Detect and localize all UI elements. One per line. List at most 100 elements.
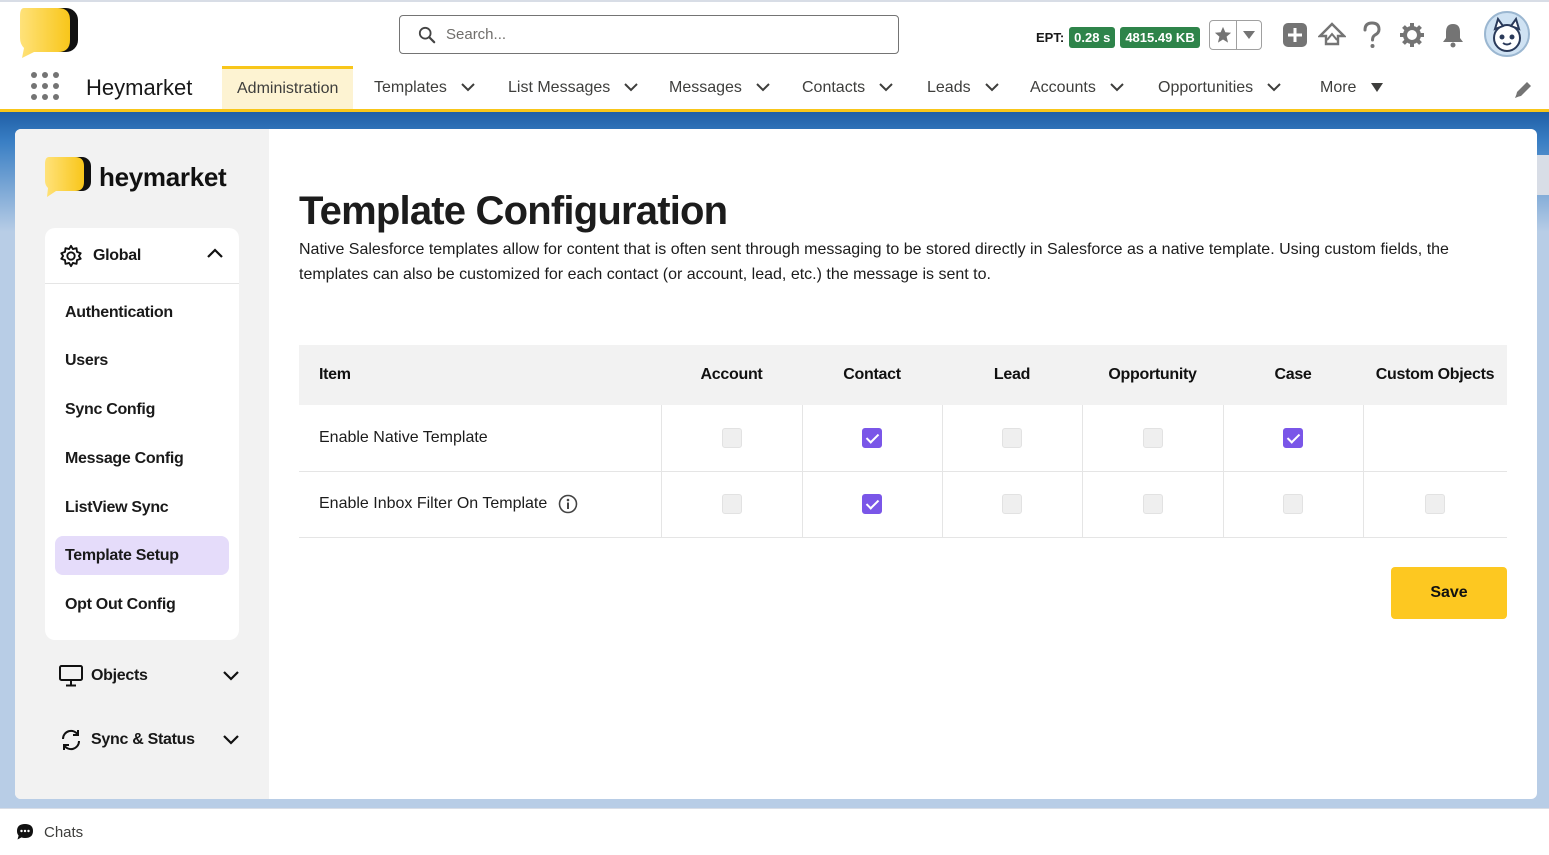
checkbox[interactable] [1283,427,1303,448]
table-cell [1081,471,1223,538]
checkbox[interactable] [1142,427,1163,448]
search-input[interactable] [446,26,866,43]
table-cell [801,405,942,472]
help-icon [1363,21,1381,48]
table-cell [1081,405,1223,472]
help-button[interactable] [1358,21,1386,49]
chevron-down-icon[interactable] [461,83,475,92]
nav-tab-label: Templates [374,78,447,96]
checkbox[interactable] [1283,494,1303,514]
row-label-cell: Enable Inbox Filter On Template [299,471,661,538]
sidebar-item-label: ListView Sync [65,498,169,516]
astro-avatar-icon [1493,16,1521,52]
nav-tab-label: Opportunities [1158,78,1254,96]
sidebar-item-authentication[interactable]: Authentication [55,293,229,332]
admin-card: heymarket Global Authentication Users Sy… [15,129,1537,799]
sidebar-item-label: Template Setup [65,546,179,564]
nav-tab-accounts[interactable]: Accounts [1030,66,1124,109]
page-title: Template Configuration [299,189,728,233]
app-name: Heymarket [86,75,193,100]
row-label: Enable Inbox Filter On Template [319,495,548,513]
chevron-down-icon[interactable] [756,83,770,92]
caret-down-icon [1242,31,1255,39]
global-section-label: Global [93,246,141,264]
objects-section-toggle[interactable]: Objects [59,661,239,691]
setup-button[interactable] [1398,21,1426,49]
global-actions-button[interactable] [1281,21,1309,49]
global-section-toggle[interactable]: Global [45,228,239,284]
table-cell [801,471,942,538]
heymarket-logo-icon [45,157,91,197]
nav-tab-list-messages[interactable]: List Messages [508,66,638,109]
chevron-down-icon[interactable] [879,83,893,92]
sidebar-item-listview-sync[interactable]: ListView Sync [55,488,229,527]
global-header: EPT: 0.28 s 4815.49 KB [0,0,1549,66]
bell-icon [1443,24,1463,48]
monitor-icon [59,665,83,687]
nav-tab-opportunities[interactable]: Opportunities [1158,66,1281,109]
info-icon[interactable] [558,494,578,514]
chevron-down-icon [223,671,239,681]
nav-tab-contacts[interactable]: Contacts [802,66,893,109]
column-header: Account [661,345,802,405]
table-cell [1222,405,1363,472]
table-cell [1222,471,1363,538]
sidebar-item-label: Authentication [65,303,173,321]
nav-tab-administration[interactable]: Administration [222,66,354,109]
checkbox[interactable] [721,494,742,514]
sidebar-item-opt-out-config[interactable]: Opt Out Config [55,585,229,624]
admin-sidebar: heymarket Global Authentication Users Sy… [15,129,269,799]
checkbox[interactable] [1002,427,1022,448]
trailhead-button[interactable] [1318,21,1346,49]
app-launcher-icon[interactable] [31,72,59,100]
save-button[interactable]: Save [1391,567,1507,619]
checkbox[interactable] [862,494,882,514]
nav-tab-label: Leads [927,78,971,96]
checkbox[interactable] [1002,494,1022,514]
table-cell [660,471,802,538]
sidebar-item-template-setup[interactable]: Template Setup [55,536,229,575]
sidebar-item-label: Sync Config [65,400,156,418]
table-cell [941,471,1082,538]
global-search[interactable] [399,15,899,54]
nav-tab-templates[interactable]: Templates [374,66,475,109]
utility-bar: Chats [0,808,1549,855]
nav-tab-label: More [1320,78,1357,96]
user-avatar[interactable] [1484,11,1530,57]
ept-indicator: EPT: 0.28 s 4815.49 KB [1036,27,1200,48]
sync-status-section-toggle[interactable]: Sync & Status [59,725,239,755]
checkbox[interactable] [1142,494,1163,514]
chats-utility-label[interactable]: Chats [44,824,83,841]
checkbox[interactable] [721,427,742,448]
chevron-down-icon[interactable] [624,83,638,92]
chevron-down-icon[interactable] [1110,83,1124,92]
favorite-star-button[interactable] [1210,21,1236,49]
notifications-button[interactable] [1439,21,1467,49]
template-config-table: Item Account Contact Lead Opportunity Ca… [299,345,1507,538]
favorites-group [1209,20,1262,50]
brand-name: heymarket [99,161,227,192]
edit-nav-pencil-icon[interactable] [1513,80,1533,100]
sidebar-item-label: Message Config [65,449,184,467]
heymarket-logo-icon[interactable] [20,8,78,58]
checkbox[interactable] [862,427,882,448]
gear-icon [1400,23,1424,47]
checkbox[interactable] [1425,494,1446,514]
chevron-down-icon[interactable] [984,83,999,92]
search-icon [418,26,436,43]
objects-section-label: Objects [91,667,148,684]
sidebar-item-users[interactable]: Users [55,341,229,380]
nav-tab-leads[interactable]: Leads [927,66,999,109]
nav-tab-messages[interactable]: Messages [669,66,770,109]
chevron-down-icon[interactable] [1267,83,1281,92]
chat-bubble-icon[interactable] [16,823,34,841]
column-header: Case [1223,345,1363,405]
sidebar-item-sync-config[interactable]: Sync Config [55,390,229,429]
column-header: Custom Objects [1363,345,1507,405]
favorites-dropdown-button[interactable] [1235,21,1262,49]
sidebar-item-message-config[interactable]: Message Config [55,439,229,478]
table-cell [1362,405,1507,472]
column-header: Contact [802,345,942,405]
sync-icon [61,729,81,751]
nav-more-button[interactable]: More [1320,66,1384,109]
